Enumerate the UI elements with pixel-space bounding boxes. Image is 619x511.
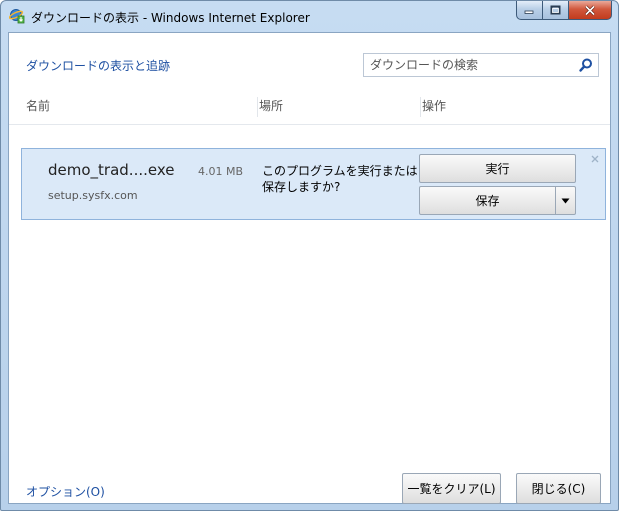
header-divider	[9, 124, 610, 125]
download-prompt: このプログラムを実行または保存しますか?	[262, 164, 418, 194]
dropdown-arrow-icon	[561, 198, 570, 203]
column-header-name[interactable]: 名前	[26, 97, 256, 119]
maximize-button[interactable]	[543, 1, 569, 20]
close-icon	[591, 155, 599, 163]
download-manager-panel: ダウンロードの表示と追跡 名前 場所 操作 demo_trad....exe 4…	[8, 32, 611, 504]
column-divider	[257, 97, 258, 117]
column-divider	[420, 97, 421, 117]
window-title: ダウンロードの表示 - Windows Internet Explorer	[31, 11, 310, 25]
minimize-icon	[524, 10, 534, 14]
ie-download-icon	[8, 8, 25, 24]
window-controls	[516, 1, 612, 21]
maximize-icon	[550, 5, 561, 15]
save-options-button[interactable]	[555, 186, 576, 215]
options-link[interactable]: オプション(O)	[26, 483, 105, 500]
dismiss-download-button[interactable]	[588, 153, 602, 167]
download-size: 4.01 MB	[198, 165, 244, 178]
clear-list-button[interactable]: 一覧をクリア(L)	[402, 473, 501, 504]
column-header-location[interactable]: 場所	[259, 97, 419, 119]
save-button[interactable]: 保存	[419, 186, 556, 215]
search-box	[363, 53, 599, 77]
close-window-button[interactable]	[569, 1, 612, 20]
view-and-track-downloads-link[interactable]: ダウンロードの表示と追跡	[26, 57, 170, 74]
close-icon	[584, 4, 596, 16]
download-row[interactable]: demo_trad....exe 4.01 MB setup.sysfx.com…	[21, 148, 606, 220]
search-input[interactable]	[364, 54, 575, 76]
column-header-actions[interactable]: 操作	[422, 97, 602, 119]
run-button[interactable]: 実行	[419, 154, 576, 183]
search-icon[interactable]	[578, 57, 594, 73]
download-filename: demo_trad....exe	[48, 161, 175, 179]
download-source: setup.sysfx.com	[48, 189, 138, 202]
download-window: ダウンロードの表示 - Windows Internet Explorer ダウ…	[0, 0, 619, 511]
minimize-button[interactable]	[516, 1, 543, 20]
close-button[interactable]: 閉じる(C)	[516, 473, 601, 504]
title-bar[interactable]: ダウンロードの表示 - Windows Internet Explorer	[1, 1, 618, 32]
